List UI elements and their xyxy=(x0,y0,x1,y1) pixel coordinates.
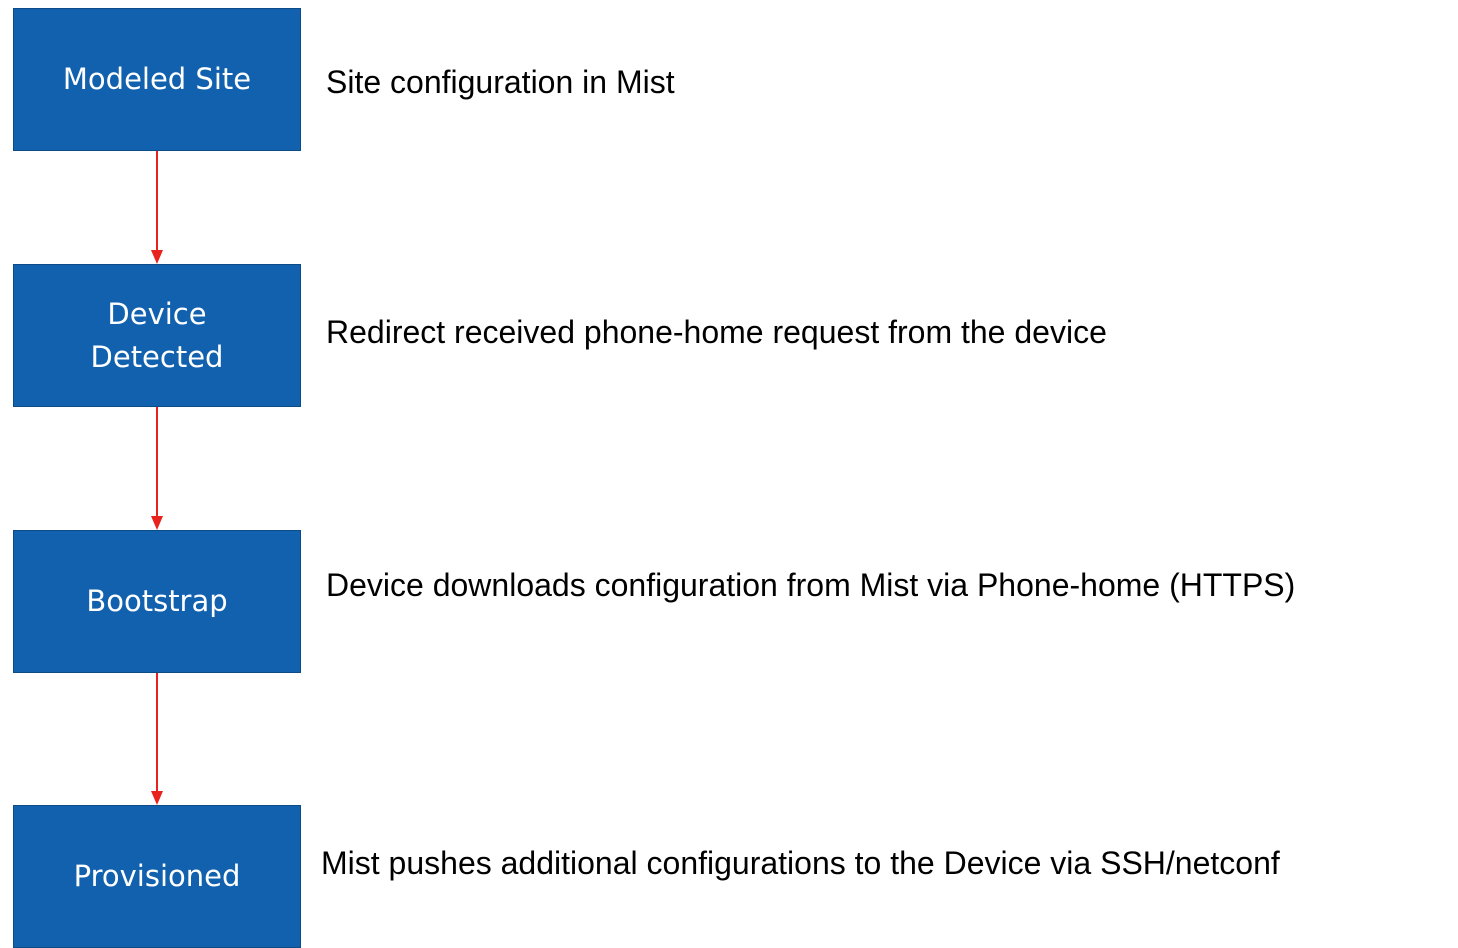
stage-description: Redirect received phone-home request fro… xyxy=(326,314,1107,350)
stage-label: Modeled Site xyxy=(62,62,252,96)
stage-box-provisioned: Provisioned xyxy=(13,805,301,948)
stage-box-modeled-site: Modeled Site xyxy=(13,8,301,151)
stage-label: Provisioned xyxy=(73,859,241,893)
flow-arrow xyxy=(150,407,164,530)
stage-box-device-detected: Device Detected xyxy=(13,264,301,407)
stage-description: Device downloads configuration from Mist… xyxy=(326,567,1296,603)
stage-label: Bootstrap xyxy=(86,584,228,618)
flow-arrow xyxy=(150,673,164,805)
stage-description: Mist pushes additional configurations to… xyxy=(321,845,1280,881)
stage-description: Site configuration in Mist xyxy=(326,64,675,100)
stage-label: Device Detected xyxy=(90,296,224,374)
flow-arrow xyxy=(150,151,164,264)
stage-box-bootstrap: Bootstrap xyxy=(13,530,301,673)
